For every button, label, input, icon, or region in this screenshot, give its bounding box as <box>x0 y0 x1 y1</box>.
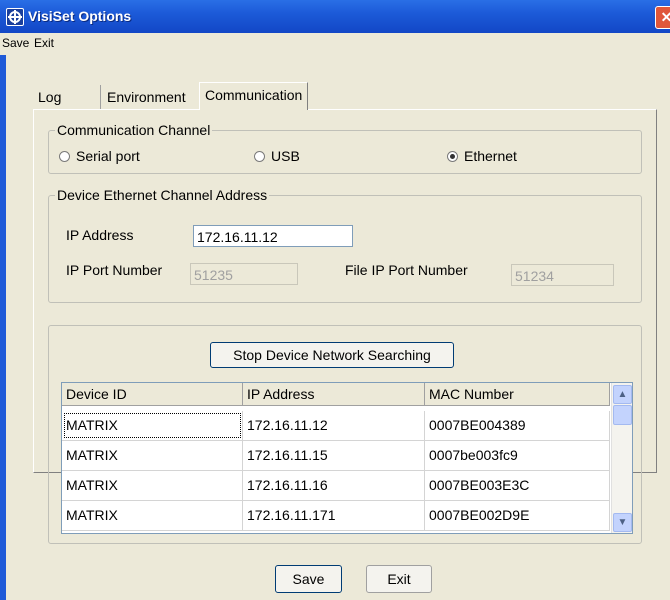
options-window: VisiSet Options ✕ Save Exit Log Environm… <box>0 0 670 600</box>
title-bar[interactable]: VisiSet Options ✕ <box>0 0 670 33</box>
menu-save[interactable]: Save <box>2 36 29 50</box>
stop-searching-button[interactable]: Stop Device Network Searching <box>210 342 454 368</box>
ip-address-label: IP Address <box>66 227 134 243</box>
ip-address-field[interactable]: 172.16.11.12 <box>193 225 353 247</box>
table-row[interactable]: MATRIX 172.16.11.16 0007BE003E3C <box>62 471 610 501</box>
column-device-id[interactable]: Device ID <box>62 383 243 405</box>
scroll-down-icon[interactable]: ▼ <box>613 513 632 532</box>
radio-icon <box>59 150 70 162</box>
table-row[interactable]: MATRIX 172.16.11.171 0007BE002D9E <box>62 501 610 531</box>
file-ip-port-label: File IP Port Number <box>345 262 468 278</box>
radio-serial-port[interactable]: Serial port <box>59 148 140 164</box>
column-mac-number[interactable]: MAC Number <box>425 383 610 405</box>
cell-ip-address[interactable]: 172.16.11.12 <box>243 411 425 440</box>
cell-device-id[interactable]: MATRIX <box>62 501 243 530</box>
radio-label: USB <box>271 148 300 164</box>
cell-mac-number[interactable]: 0007BE003E3C <box>425 471 610 500</box>
cell-device-id[interactable]: MATRIX <box>62 471 243 500</box>
menu-exit[interactable]: Exit <box>34 36 54 50</box>
cell-device-id[interactable]: MATRIX <box>62 441 243 470</box>
tab-communication[interactable]: Communication <box>199 82 309 110</box>
tab-log[interactable]: Log <box>32 85 67 109</box>
device-table: Device ID IP Address MAC Number MATRIX 1… <box>61 382 633 534</box>
comm-channel-title: Communication Channel <box>55 122 213 138</box>
ip-port-label: IP Port Number <box>66 262 163 278</box>
save-button[interactable]: Save <box>275 565 342 593</box>
ip-port-field[interactable]: 51235 <box>190 263 298 285</box>
radio-usb[interactable]: USB <box>254 148 300 164</box>
table-scrollbar[interactable]: ▲ ▼ <box>611 383 632 533</box>
table-row[interactable]: MATRIX 172.16.11.15 0007be003fc9 <box>62 441 610 471</box>
scroll-up-icon[interactable]: ▲ <box>613 385 632 404</box>
tab-environment[interactable]: Environment <box>100 85 192 109</box>
cell-mac-number[interactable]: 0007be003fc9 <box>425 441 610 470</box>
radio-selected-icon <box>447 150 458 162</box>
cell-ip-address[interactable]: 172.16.11.171 <box>243 501 425 530</box>
radio-ethernet[interactable]: Ethernet <box>447 148 517 164</box>
exit-button[interactable]: Exit <box>366 565 432 593</box>
scroll-thumb[interactable] <box>613 405 632 425</box>
close-icon[interactable]: ✕ <box>655 6 670 29</box>
cell-ip-address[interactable]: 172.16.11.15 <box>243 441 425 470</box>
file-ip-port-field[interactable]: 51234 <box>511 264 614 286</box>
column-ip-address[interactable]: IP Address <box>243 383 425 405</box>
cell-mac-number[interactable]: 0007BE002D9E <box>425 501 610 530</box>
cell-device-id[interactable]: MATRIX <box>62 411 243 440</box>
table-row[interactable]: MATRIX 172.16.11.12 0007BE004389 <box>62 411 610 441</box>
cell-ip-address[interactable]: 172.16.11.16 <box>243 471 425 500</box>
table-header: Device ID IP Address MAC Number <box>62 383 610 406</box>
ethernet-address-title: Device Ethernet Channel Address <box>55 187 270 203</box>
app-icon <box>6 8 24 26</box>
window-title: VisiSet Options <box>28 8 132 24</box>
radio-icon <box>254 150 265 162</box>
cell-mac-number[interactable]: 0007BE004389 <box>425 411 610 440</box>
window-frame <box>0 55 6 600</box>
radio-label: Serial port <box>76 148 140 164</box>
menu-bar: Save Exit <box>0 33 670 55</box>
radio-label: Ethernet <box>464 148 517 164</box>
